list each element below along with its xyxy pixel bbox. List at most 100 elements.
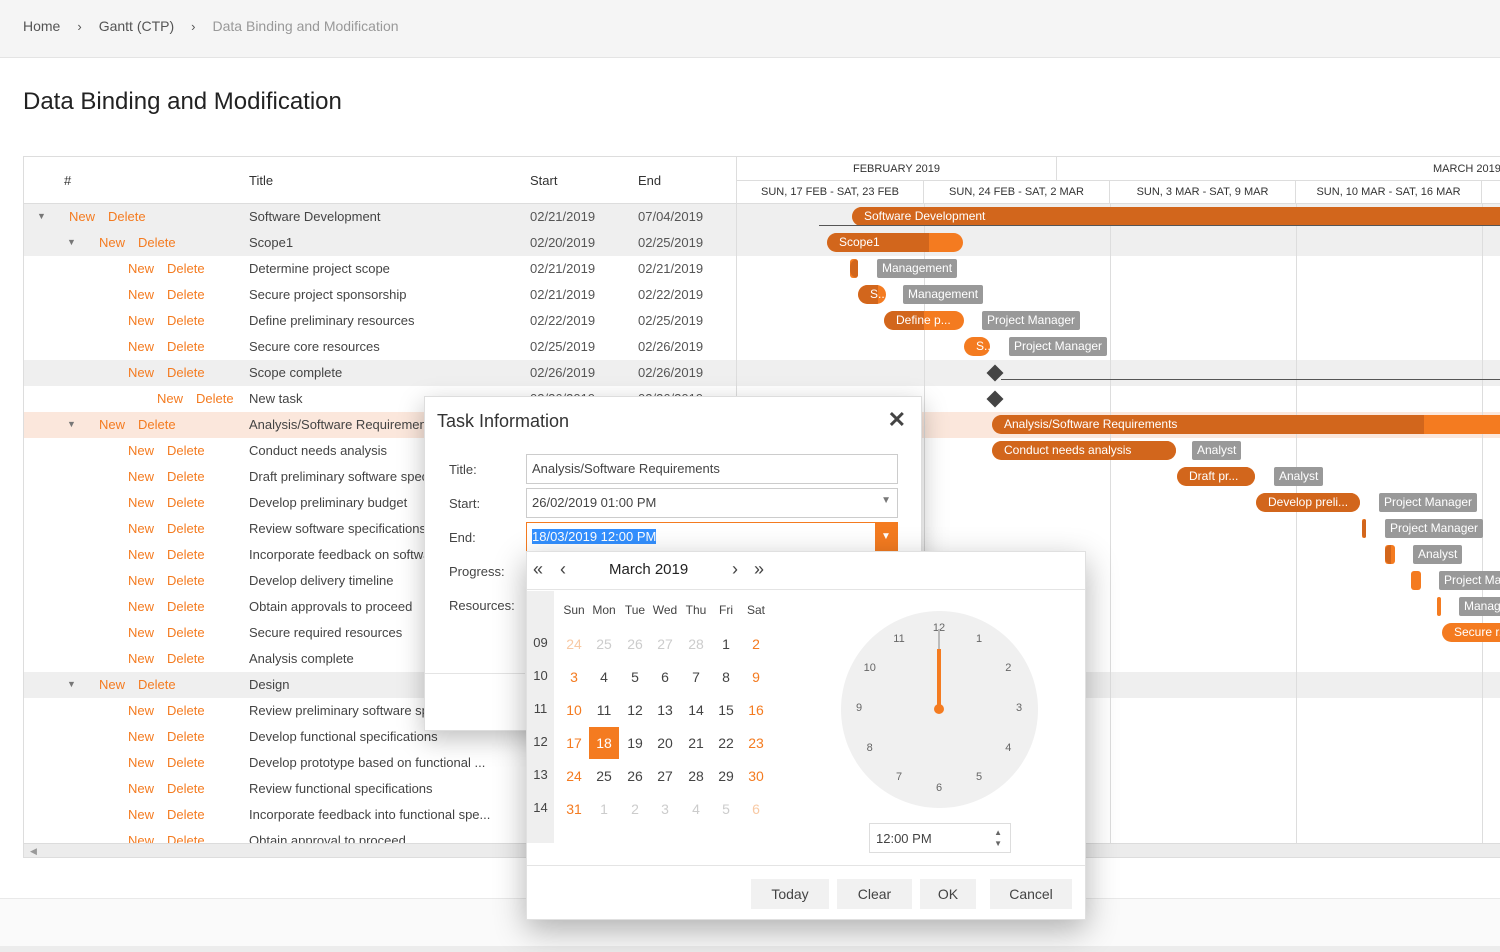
clock-number[interactable]: 9 bbox=[849, 702, 869, 714]
calendar-day[interactable]: 28 bbox=[681, 760, 711, 792]
end-date-input[interactable]: 18/03/2019 12:00 PM ▼ bbox=[526, 522, 898, 552]
task-bar[interactable]: S... bbox=[858, 285, 886, 304]
task-bar[interactable]: S... bbox=[964, 337, 990, 356]
calendar-day[interactable]: 1 bbox=[589, 793, 619, 825]
calendar-day[interactable]: 14 bbox=[681, 694, 711, 726]
calendar-day[interactable]: 26 bbox=[620, 760, 650, 792]
calendar-day[interactable]: 2 bbox=[620, 793, 650, 825]
task-bar[interactable]: Scope1 bbox=[827, 233, 963, 252]
delete-task-link[interactable]: Delete bbox=[167, 495, 205, 510]
delete-task-link[interactable]: Delete bbox=[167, 547, 205, 562]
table-row[interactable]: New Delete Determine project scope 02/21/20… bbox=[24, 256, 736, 282]
calendar-day[interactable]: 5 bbox=[620, 661, 650, 693]
clear-button[interactable]: Clear bbox=[837, 879, 912, 909]
prev-year-icon[interactable]: « bbox=[533, 559, 543, 580]
task-bar[interactable] bbox=[850, 259, 858, 278]
table-row[interactable]: New Delete Secure project sponsorship 02/21… bbox=[24, 282, 736, 308]
spin-updown-icon[interactable]: ▲ ▼ bbox=[994, 827, 1002, 849]
new-task-link[interactable]: New bbox=[69, 209, 95, 224]
collapse-icon[interactable]: ▼ bbox=[67, 237, 76, 247]
new-task-link[interactable]: New bbox=[128, 365, 154, 380]
new-task-link[interactable]: New bbox=[128, 651, 154, 666]
calendar-day[interactable]: 3 bbox=[650, 793, 680, 825]
calendar-day[interactable]: 17 bbox=[559, 727, 589, 759]
collapse-icon[interactable]: ▼ bbox=[67, 679, 76, 689]
clock-number[interactable]: 8 bbox=[860, 742, 880, 754]
new-task-link[interactable]: New bbox=[128, 547, 154, 562]
delete-task-link[interactable]: Delete bbox=[167, 755, 205, 770]
calendar-day[interactable]: 25 bbox=[589, 760, 619, 792]
calendar-day[interactable]: 9 bbox=[741, 661, 771, 693]
column-header-title[interactable]: Title bbox=[249, 173, 273, 188]
next-month-icon[interactable]: › bbox=[732, 559, 738, 580]
new-task-link[interactable]: New bbox=[99, 235, 125, 250]
delete-task-link[interactable]: Delete bbox=[167, 651, 205, 666]
delete-task-link[interactable]: Delete bbox=[167, 365, 205, 380]
time-input[interactable]: 12:00 PM ▲ ▼ bbox=[869, 823, 1011, 853]
clock-number[interactable]: 3 bbox=[1009, 702, 1029, 714]
chevron-down-icon[interactable]: ▼ bbox=[881, 495, 891, 506]
calendar-day[interactable]: 15 bbox=[711, 694, 741, 726]
task-bar[interactable]: Conduct needs analysis bbox=[992, 441, 1176, 460]
new-task-link[interactable]: New bbox=[99, 677, 125, 692]
table-row[interactable]: New Delete Define preliminary resources 02/… bbox=[24, 308, 736, 334]
new-task-link[interactable]: New bbox=[128, 703, 154, 718]
delete-task-link[interactable]: Delete bbox=[167, 573, 205, 588]
task-bar[interactable]: Software Development bbox=[852, 207, 1500, 226]
scroll-left-icon[interactable]: ◀ bbox=[30, 846, 37, 857]
table-row[interactable]: New Delete Scope complete 02/26/2019 02/26/2… bbox=[24, 360, 736, 386]
task-bar[interactable] bbox=[1411, 571, 1421, 590]
chevron-down-icon[interactable]: ▼ bbox=[875, 523, 897, 551]
delete-task-link[interactable]: Delete bbox=[167, 599, 205, 614]
delete-task-link[interactable]: Delete bbox=[167, 287, 205, 302]
delete-task-link[interactable]: Delete bbox=[167, 521, 205, 536]
calendar-day[interactable]: 29 bbox=[711, 760, 741, 792]
calendar-day[interactable]: 31 bbox=[559, 793, 589, 825]
new-task-link[interactable]: New bbox=[128, 521, 154, 536]
clock-number[interactable]: 11 bbox=[889, 633, 909, 645]
new-task-link[interactable]: New bbox=[128, 833, 154, 843]
ok-button[interactable]: OK bbox=[920, 879, 976, 909]
calendar-day[interactable]: 12 bbox=[620, 694, 650, 726]
calendar-day[interactable]: 1 bbox=[711, 628, 741, 660]
calendar-day[interactable]: 19 bbox=[620, 727, 650, 759]
clock-number[interactable]: 2 bbox=[998, 662, 1018, 674]
task-bar[interactable] bbox=[1385, 545, 1395, 564]
new-task-link[interactable]: New bbox=[128, 573, 154, 588]
calendar-day[interactable]: 5 bbox=[711, 793, 741, 825]
clock-hand[interactable] bbox=[937, 649, 941, 709]
table-row[interactable]: ▼ New Delete Scope1 02/20/2019 02/25/2019 bbox=[24, 230, 736, 256]
clock-number[interactable]: 4 bbox=[998, 742, 1018, 754]
delete-task-link[interactable]: Delete bbox=[167, 781, 205, 796]
breadcrumb-home[interactable]: Home bbox=[23, 18, 60, 34]
calendar-day[interactable]: 8 bbox=[711, 661, 741, 693]
new-task-link[interactable]: New bbox=[128, 443, 154, 458]
close-icon[interactable]: ✕ bbox=[888, 407, 906, 433]
new-task-link[interactable]: New bbox=[128, 261, 154, 276]
calendar-day[interactable]: 16 bbox=[741, 694, 771, 726]
breadcrumb-gantt[interactable]: Gantt (CTP) bbox=[99, 18, 174, 34]
clock-number[interactable]: 1 bbox=[969, 633, 989, 645]
delete-task-link[interactable]: Delete bbox=[167, 261, 205, 276]
calendar-day[interactable]: 27 bbox=[650, 760, 680, 792]
column-header-start[interactable]: Start bbox=[530, 173, 557, 188]
delete-task-link[interactable]: Delete bbox=[196, 391, 234, 406]
prev-month-icon[interactable]: ‹ bbox=[560, 559, 566, 580]
new-task-link[interactable]: New bbox=[128, 599, 154, 614]
calendar-day[interactable]: 6 bbox=[741, 793, 771, 825]
calendar-day[interactable]: 24 bbox=[559, 628, 589, 660]
delete-task-link[interactable]: Delete bbox=[167, 703, 205, 718]
calendar-day[interactable]: 20 bbox=[650, 727, 680, 759]
delete-task-link[interactable]: Delete bbox=[167, 807, 205, 822]
new-task-link[interactable]: New bbox=[128, 339, 154, 354]
calendar-day[interactable]: 4 bbox=[589, 661, 619, 693]
new-task-link[interactable]: New bbox=[128, 495, 154, 510]
calendar-day[interactable]: 28 bbox=[681, 628, 711, 660]
collapse-icon[interactable]: ▼ bbox=[37, 211, 46, 221]
delete-task-link[interactable]: Delete bbox=[167, 443, 205, 458]
new-task-link[interactable]: New bbox=[128, 313, 154, 328]
calendar-day[interactable]: 2 bbox=[741, 628, 771, 660]
task-bar[interactable] bbox=[1437, 597, 1441, 616]
next-year-icon[interactable]: » bbox=[754, 559, 764, 580]
new-task-link[interactable]: New bbox=[128, 755, 154, 770]
